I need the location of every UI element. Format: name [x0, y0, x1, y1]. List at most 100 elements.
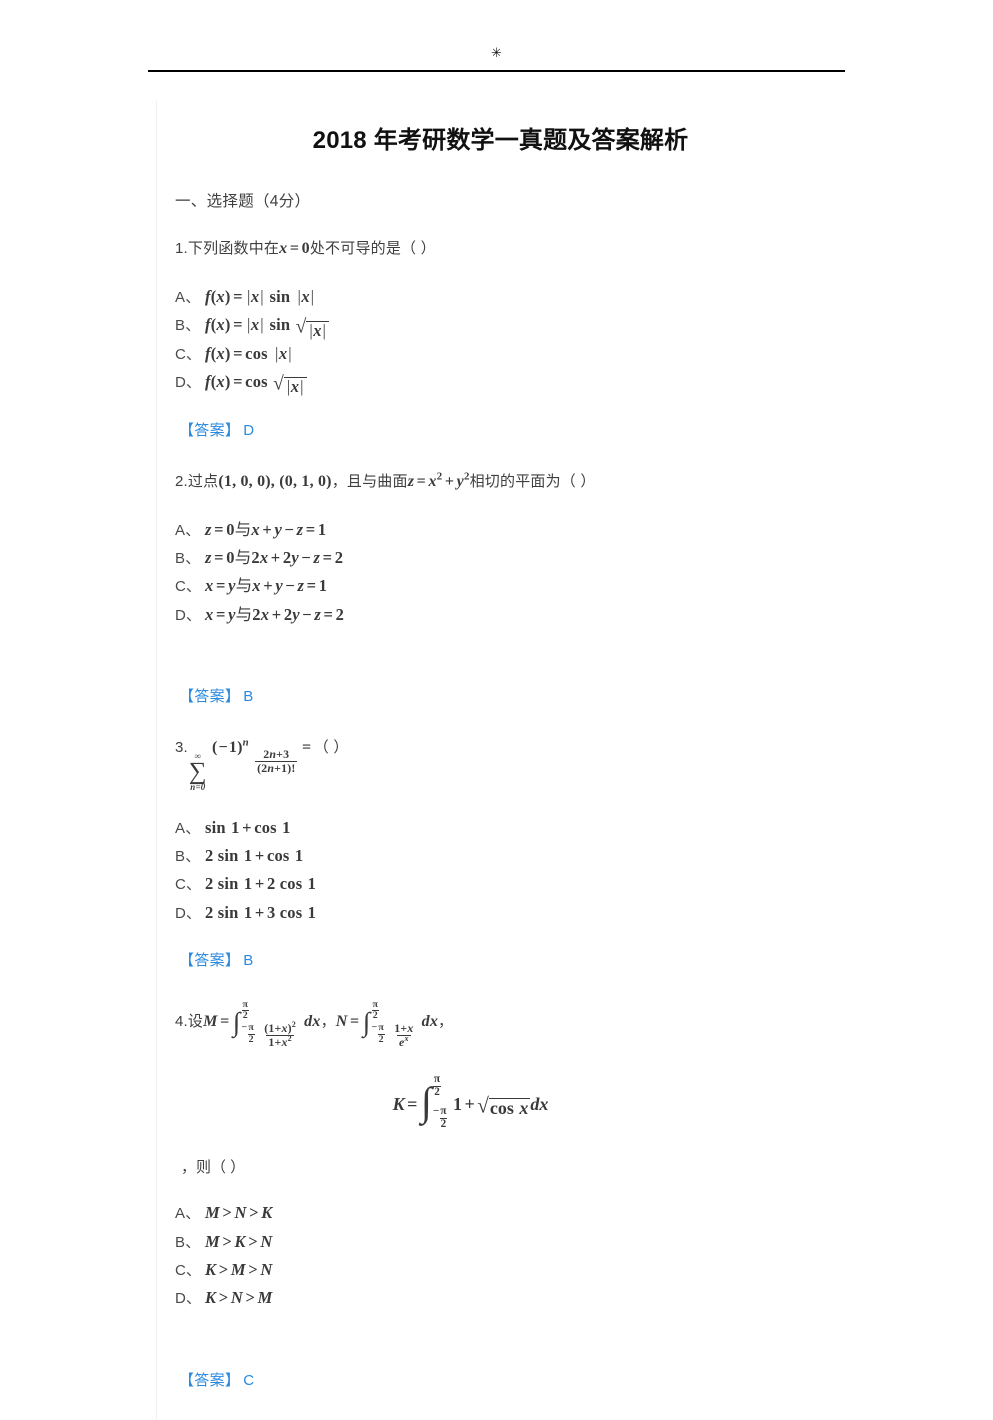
option-4-a[interactable]: A、 M > N > K — [175, 1199, 856, 1227]
option-math: M > N > K — [205, 1203, 273, 1223]
question-stem-math-1: x = 0 — [279, 240, 310, 257]
answer-4: 【答案】 C — [179, 1369, 856, 1390]
question-stem-prefix-1: 下列函数中在 — [187, 240, 280, 257]
question-stem-math-2: (1, 0, 0), (0, 1, 0) — [218, 472, 332, 490]
option-letter: B、 — [175, 847, 201, 865]
option-math: K > M > N — [205, 1260, 273, 1280]
options-list-3: A、 sin 1 + cos 1 B、 2 sin 1 + cos 1 C、 2 sin… — [175, 814, 856, 928]
option-letter: A、 — [175, 1205, 201, 1223]
question-block-1: 1.下列函数中在x=0处不可导的是（ ） A、 f(x)=x sin x B、 … — [175, 237, 856, 440]
option-letter: C、 — [175, 1262, 202, 1280]
option-4-d[interactable]: D、 K > N > M — [175, 1284, 856, 1312]
option-letter: A、 — [175, 819, 201, 837]
option-1-b[interactable]: B、 f(x)=x sin √x — [175, 311, 856, 340]
question-stem-3: 3. ∞ ∑ n=0 (−1)n 2n+3 (2n+1)! = （ ） — [175, 736, 856, 792]
option-1-c[interactable]: C、 f(x)=cos x — [175, 340, 856, 368]
option-letter: C、 — [175, 345, 202, 363]
question-stem-prefix-4: 设 — [187, 1012, 204, 1030]
answer-label: 【答案】 — [179, 952, 241, 970]
option-letter: C、 — [175, 876, 202, 894]
answer-value: D — [243, 421, 255, 439]
answer-label: 【答案】 — [179, 688, 241, 705]
question-stem-4: 4.设M = ∫ π 2− π 2 (1+x)2 1+x2 dx，N = ∫ π 2− π 2 1+x ex… — [175, 999, 856, 1049]
option-3-a[interactable]: A、 sin 1 + cos 1 — [175, 814, 856, 842]
option-math: z = 0与x + y − z = 1 — [205, 519, 327, 539]
question-number-2: 2. — [175, 472, 188, 490]
question-stem-tail-4: ，则（ ） — [181, 1159, 246, 1177]
question-number-3: 3. — [175, 739, 188, 756]
question-stem-suffix-2: 相切的平面为（ ） — [469, 472, 596, 490]
question-stem-suffix-1: 处不可导的是（ ） — [309, 240, 436, 257]
option-letter: D、 — [175, 374, 202, 392]
option-math: K > N > M — [205, 1288, 273, 1308]
question-stem-1: 1.下列函数中在x = 0处不可导的是（ ） — [175, 237, 856, 261]
option-3-d[interactable]: D、 2 sin 1 +3 cos 1 — [175, 899, 856, 927]
option-math: sin 1 + cos 1 — [205, 817, 291, 837]
option-math: 2 sin 1 +3 cos 1 — [205, 902, 317, 922]
answer-label: 【答案】 — [179, 421, 241, 439]
question-number-1: 1. — [175, 240, 188, 257]
question-stem-math-3: ∞ ∑ n=0 (−1)n 2n+3 (2n+1)! = — [188, 736, 312, 792]
document-body: 2018 年考研数学一真题及答案解析 一、选择题（4分） 1.下列函数中在x = 0… — [156, 100, 856, 1420]
answer-value: C — [243, 1371, 255, 1389]
question-stem-suffix-3: （ ） — [313, 739, 349, 756]
answer-value: B — [243, 952, 254, 970]
option-letter: A、 — [175, 289, 201, 306]
option-2-b[interactable]: B、 z = 0与2x +2y − z = 2 — [175, 544, 856, 572]
option-1-a[interactable]: A、 f(x)=x sin x — [175, 283, 856, 311]
question-stem-mid-2: ，且与曲面 — [331, 472, 408, 490]
option-letter: B、 — [175, 549, 201, 567]
asterisk-icon: ✳ — [491, 45, 502, 60]
option-math: f(x)=cos √x — [205, 368, 307, 396]
page-header: ✳ — [148, 45, 845, 78]
option-2-c[interactable]: C、 x = y与x + y − z = 1 — [175, 572, 856, 600]
option-letter: D、 — [175, 606, 202, 624]
option-math: f(x)=cos x — [205, 340, 293, 368]
answer-value: B — [243, 688, 254, 705]
option-letter: B、 — [175, 1233, 201, 1251]
header-divider — [148, 70, 845, 72]
answer-3: 【答案】 B — [179, 949, 856, 970]
question-stem-math2-2: z = x2 + y2 — [407, 470, 470, 490]
display-math-K-content: K = ∫ π 2− π 2 1 + √ cos x dx — [392, 1073, 549, 1130]
question-number-4: 4. — [175, 1012, 188, 1030]
option-math: f(x)=x sin √x — [205, 311, 330, 340]
options-list-1: A、 f(x)=x sin x B、 f(x)=x sin √x C、 f(x)… — [175, 283, 856, 397]
option-letter: A、 — [175, 521, 201, 539]
display-math-K: K = ∫ π 2− π 2 1 + √ cos x dx — [175, 1074, 856, 1130]
option-1-d[interactable]: D、 f(x)=cos √x — [175, 368, 856, 396]
option-3-b[interactable]: B、 2 sin 1 + cos 1 — [175, 842, 856, 870]
option-letter: D、 — [175, 904, 202, 922]
option-math: 2 sin 1 + cos 1 — [205, 845, 304, 865]
question-stem-math-N: N = ∫ π 2− π 2 1+x ex dx — [335, 999, 439, 1049]
answer-label: 【答案】 — [179, 1371, 241, 1389]
option-4-b[interactable]: B、 M > K > N — [175, 1228, 856, 1256]
question-stem-math-M: M = ∫ π 2− π 2 (1+x)2 1+x2 dx — [203, 999, 321, 1049]
question-block-2: 2.过点(1, 0, 0), (0, 1, 0)，且与曲面z = x2 + y2相切的平… — [175, 470, 856, 707]
option-3-c[interactable]: C、 2 sin 1 +2 cos 1 — [175, 870, 856, 898]
option-math: z = 0与2x +2y − z = 2 — [205, 547, 344, 567]
question-block-3: 3. ∞ ∑ n=0 (−1)n 2n+3 (2n+1)! = （ ） A、 sin 1 + c… — [175, 736, 856, 970]
options-list-2: A、 z = 0与x + y − z = 1 B、 z = 0与2x +2y − z = 2 C、 x = y与x… — [175, 516, 856, 630]
answer-2: 【答案】 B — [179, 685, 856, 706]
option-letter: C、 — [175, 578, 202, 596]
question-block-4: 4.设M = ∫ π 2− π 2 (1+x)2 1+x2 dx，N = ∫ π 2− π 2 1+x ex… — [175, 999, 856, 1390]
question-stem-sep-4: ， — [320, 1012, 336, 1030]
option-2-a[interactable]: A、 z = 0与x + y − z = 1 — [175, 516, 856, 544]
option-letter: B、 — [175, 317, 201, 335]
option-math: M > K > N — [205, 1231, 273, 1251]
question-stem-prefix-2: 过点 — [187, 472, 219, 490]
option-2-d[interactable]: D、 x = y与2x +2y − z = 2 — [175, 601, 856, 629]
option-math: 2 sin 1 +2 cos 1 — [205, 874, 317, 894]
option-math: x = y与2x +2y − z = 2 — [205, 604, 345, 624]
page-title: 2018 年考研数学一真题及答案解析 — [312, 127, 689, 154]
option-math: f(x)=x sin x — [205, 283, 316, 311]
question-stem-sep2-4: ， — [438, 1012, 454, 1030]
options-list-4: A、 M > N > K B、 M > K > N C、 K > M > N D、 K > N > M — [175, 1199, 856, 1313]
option-4-c[interactable]: C、 K > M > N — [175, 1256, 856, 1284]
option-math: x = y与x + y − z = 1 — [205, 576, 328, 596]
answer-1: 【答案】 D — [179, 419, 856, 440]
option-letter: D、 — [175, 1290, 202, 1308]
